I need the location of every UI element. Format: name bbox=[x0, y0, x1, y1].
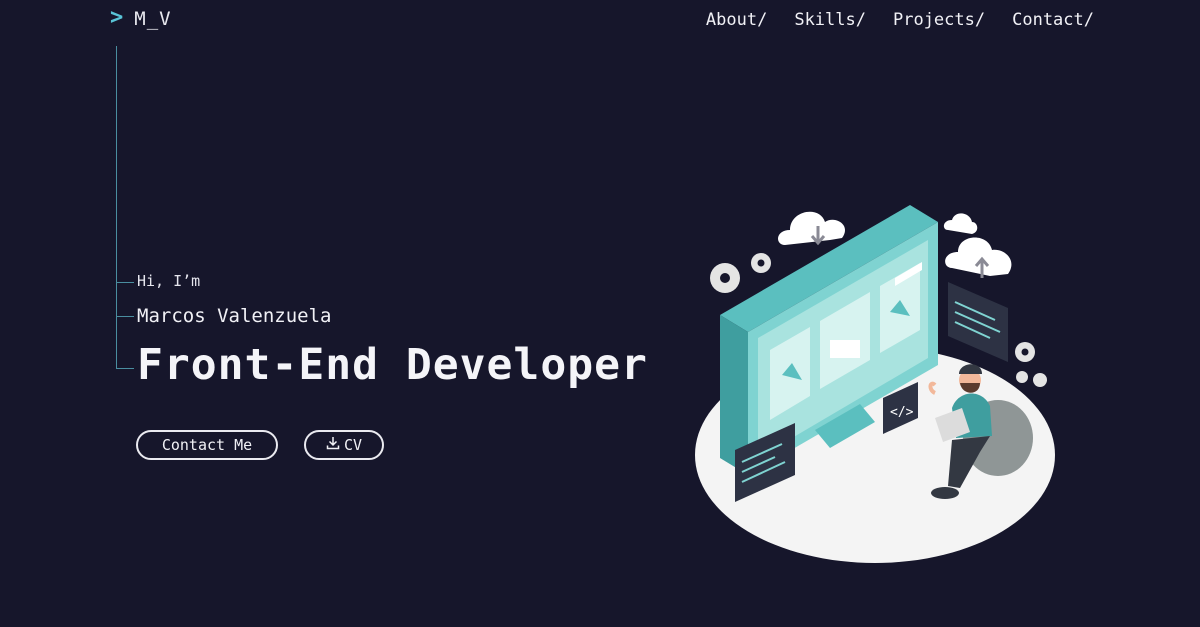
contact-me-button[interactable]: Contact Me bbox=[136, 430, 278, 460]
developer-illustration: </> bbox=[695, 205, 1055, 563]
nav-skills-link[interactable]: Skills/ bbox=[794, 10, 866, 30]
cloud-upload-icon bbox=[945, 237, 1012, 278]
svg-text:</>: </> bbox=[890, 405, 914, 420]
contact-me-label: Contact Me bbox=[161, 436, 253, 454]
nav-projects-link[interactable]: Projects/ bbox=[893, 10, 985, 30]
nav-contact-link[interactable]: Contact/ bbox=[1012, 10, 1094, 30]
download-icon bbox=[326, 436, 340, 454]
hero-title: Front-End Developer bbox=[137, 340, 648, 390]
logo[interactable]: > M_V bbox=[110, 5, 172, 31]
logo-text: M_V bbox=[134, 8, 172, 30]
small-cloud-icon bbox=[943, 213, 978, 234]
download-cv-button[interactable]: CV bbox=[304, 430, 384, 460]
nav-about-link[interactable]: About/ bbox=[706, 10, 767, 30]
guide-tick-name bbox=[116, 316, 134, 317]
hero-name: Marcos Valenzuela bbox=[137, 305, 332, 327]
main-nav: About/ Skills/ Projects/ Contact/ bbox=[706, 10, 1094, 30]
chevron-right-icon: > bbox=[110, 5, 125, 30]
hero-greeting: Hi, I’m bbox=[137, 272, 201, 290]
cv-label: CV bbox=[343, 436, 363, 454]
guide-tick-greeting bbox=[116, 282, 134, 283]
guide-line bbox=[116, 46, 117, 369]
cloud-download-icon bbox=[778, 211, 846, 246]
guide-tick-title bbox=[116, 368, 134, 369]
side-panel-illustration bbox=[948, 282, 1008, 362]
